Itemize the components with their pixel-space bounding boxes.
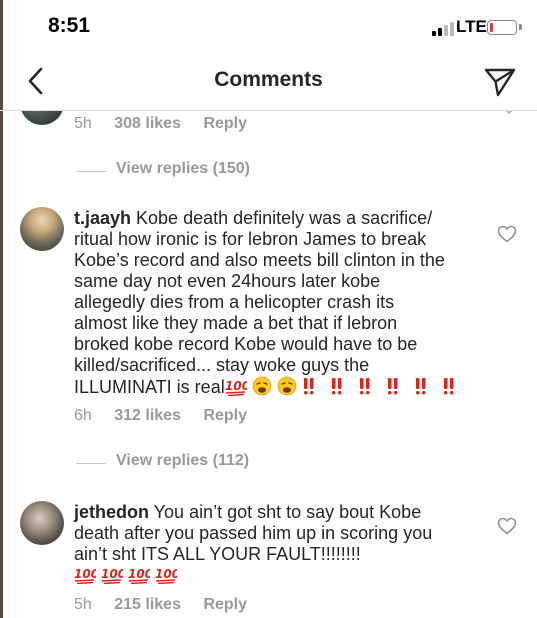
- like-heart-icon[interactable]: [497, 517, 517, 535]
- view-replies-label: View replies (112): [116, 452, 250, 469]
- like-heart-icon[interactable]: [497, 225, 517, 243]
- network-type: LTE: [456, 17, 487, 36]
- comment-text: jethedon You ain’t got sht to say bout K…: [74, 502, 474, 589]
- comment-text-line: ILLUMINATI is real: [74, 377, 225, 397]
- battery-icon: [487, 20, 517, 35]
- comment-text-line: same day not even 24hours later kobe: [74, 271, 381, 291]
- navigation-bar: Comments: [0, 56, 537, 111]
- replies-divider: [76, 463, 106, 464]
- reply-button[interactable]: Reply: [203, 596, 247, 614]
- weary-face-icon: [277, 376, 297, 396]
- comment-username[interactable]: t.jaayh: [74, 208, 131, 228]
- avatar[interactable]: [20, 207, 64, 251]
- comment-text-line: You ain’t got sht to say bout Kobe: [149, 502, 422, 522]
- comment-text-line: Kobe death definitely was a sacrifice/: [131, 208, 433, 228]
- comment-meta: 5h 215 likes Reply: [74, 596, 265, 614]
- reply-button[interactable]: Reply: [203, 407, 247, 425]
- comment-likes[interactable]: 312 likes: [114, 407, 181, 425]
- comment-age: 6h: [74, 407, 92, 424]
- paper-plane-icon: [484, 68, 516, 97]
- comment-meta: 5h 308 likes Reply: [74, 115, 265, 133]
- comments-list[interactable]: 5h 308 likes Reply View replies (150) t.…: [0, 111, 537, 618]
- comment-emojis: 100 100 100 100: [74, 566, 180, 589]
- comment-text-line: ritual how ironic is for lebron James to…: [74, 229, 427, 249]
- svg-text:100: 100: [155, 567, 177, 581]
- comment-text: t.jaayh Kobe death definitely was a sacr…: [74, 208, 474, 401]
- comment-text-line: almost like they made a bet that if lebr…: [74, 313, 398, 333]
- status-bar: 8:51 LTE: [0, 0, 537, 56]
- hundred-points-icon: 100: [128, 567, 153, 585]
- comment-meta: 6h 312 likes Reply: [74, 407, 265, 425]
- status-time: 8:51: [48, 14, 91, 37]
- svg-text:100: 100: [225, 379, 247, 393]
- battery-cap: [519, 24, 522, 30]
- comment-text-line: ain’t sht ITS ALL YOUR FAULT!!!!!!!!: [74, 544, 361, 564]
- comment-likes[interactable]: 308 likes: [114, 115, 181, 133]
- hundred-points-icon: 100: [155, 567, 180, 585]
- direct-message-button[interactable]: [483, 66, 517, 98]
- avatar[interactable]: [20, 111, 64, 125]
- comment-text-line: killed/sacrificed... stay woke guys the: [74, 355, 370, 375]
- comment-username[interactable]: jethedon: [74, 502, 149, 522]
- reply-button[interactable]: Reply: [203, 115, 247, 133]
- hundred-points-icon: 100: [74, 567, 99, 585]
- comment-emojis: 100: [225, 376, 474, 401]
- svg-text:100: 100: [128, 567, 150, 581]
- comment-text-line: death after you passed him up in scoring…: [74, 523, 433, 543]
- double-exclamation-icons: [303, 378, 454, 395]
- comment-likes[interactable]: 215 likes: [114, 596, 181, 614]
- comment-text-line: Kobe’s record and also meets bill clinto…: [74, 250, 445, 270]
- comment-age: 5h: [74, 115, 92, 132]
- comment-text-line: allegedly dies from a helicopter crash i…: [74, 292, 395, 312]
- replies-divider: [76, 171, 106, 172]
- chevron-down-icon: [505, 111, 513, 115]
- hundred-points-icon: 100: [225, 379, 250, 397]
- svg-text:100: 100: [101, 567, 123, 581]
- signal-strength-icon: [432, 22, 454, 36]
- avatar[interactable]: [20, 501, 64, 545]
- weary-face-icon: [252, 376, 272, 396]
- page-title: Comments: [214, 68, 323, 91]
- hundred-points-icon: 100: [101, 567, 126, 585]
- comment-text-line: broked kobe record Kobe would have to be: [74, 334, 418, 354]
- svg-text:100: 100: [74, 567, 96, 581]
- view-replies-label: View replies (150): [116, 160, 250, 177]
- comment-age: 5h: [74, 596, 92, 613]
